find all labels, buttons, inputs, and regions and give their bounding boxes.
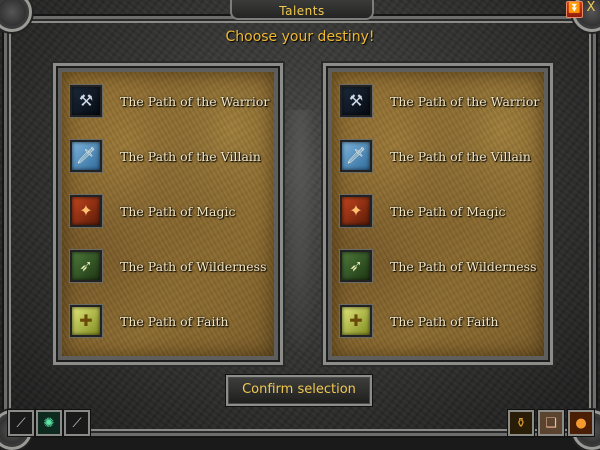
scroll-icon[interactable]: ❑ xyxy=(538,410,564,436)
bow-icon: ➶ xyxy=(340,250,372,282)
rune-icon[interactable]: ✺ xyxy=(36,410,62,436)
talent-panel-left: ⚒ The Path of the Warrior 🗡 The Path of … xyxy=(58,68,278,360)
talent-option-wilderness[interactable]: ➶ The Path of Wilderness xyxy=(70,249,280,283)
holy-scroll-icon: ✚ xyxy=(70,305,102,337)
confirm-selection-button[interactable]: Confirm selection xyxy=(226,375,372,406)
orb-icon[interactable]: ● xyxy=(568,410,594,436)
title-bar: Talents xyxy=(230,0,374,20)
talent-label: The Path of Faith xyxy=(120,313,229,329)
talent-label: The Path of the Warrior xyxy=(390,93,540,109)
talent-option-magic[interactable]: ✦ The Path of Magic xyxy=(70,194,280,228)
talent-option-warrior[interactable]: ⚒ The Path of the Warrior xyxy=(340,84,550,118)
bow-icon: ➶ xyxy=(70,250,102,282)
double-chevron-down-icon: ⏬ xyxy=(568,3,581,14)
battle-axe-icon: ⚒ xyxy=(70,85,102,117)
sword-icon[interactable]: ⟋ xyxy=(64,410,90,436)
stone-pillar-divider xyxy=(276,110,324,350)
talent-option-magic[interactable]: ✦ The Path of Magic xyxy=(340,194,550,228)
spellbook-icon: ✦ xyxy=(70,195,102,227)
talent-label: The Path of Magic xyxy=(390,203,506,219)
flask-icon[interactable]: ⚱ xyxy=(508,410,534,436)
subtitle: Choose your destiny! xyxy=(225,29,375,45)
talents-window: Talents ⏬ X Choose your destiny! ⚒ The P… xyxy=(0,0,600,450)
talent-option-wilderness[interactable]: ➶ The Path of Wilderness xyxy=(340,249,550,283)
talent-label: The Path of Wilderness xyxy=(390,258,537,274)
talent-panel-right: ⚒ The Path of the Warrior 🗡 The Path of … xyxy=(328,68,548,360)
talent-label: The Path of the Villain xyxy=(120,148,261,164)
talent-option-villain[interactable]: 🗡 The Path of the Villain xyxy=(340,139,550,173)
talent-label: The Path of the Warrior xyxy=(120,93,270,109)
talent-option-villain[interactable]: 🗡 The Path of the Villain xyxy=(70,139,280,173)
minimize-button[interactable]: ⏬ xyxy=(566,1,583,18)
talent-label: The Path of Wilderness xyxy=(120,258,267,274)
holy-scroll-icon: ✚ xyxy=(340,305,372,337)
window-title: Talents xyxy=(279,4,325,18)
battle-axe-icon: ⚒ xyxy=(340,85,372,117)
dagger-icon: 🗡 xyxy=(70,140,102,172)
dagger-icon: 🗡 xyxy=(340,140,372,172)
frame-corner-ornament xyxy=(0,0,32,32)
talent-option-warrior[interactable]: ⚒ The Path of the Warrior xyxy=(70,84,280,118)
talent-option-faith[interactable]: ✚ The Path of Faith xyxy=(340,304,550,338)
talent-label: The Path of Magic xyxy=(120,203,236,219)
sword-icon[interactable]: ⟋ xyxy=(8,410,34,436)
talent-label: The Path of Faith xyxy=(390,313,499,329)
close-button[interactable]: X xyxy=(584,0,598,16)
talent-option-faith[interactable]: ✚ The Path of Faith xyxy=(70,304,280,338)
talent-label: The Path of the Villain xyxy=(390,148,531,164)
spellbook-icon: ✦ xyxy=(340,195,372,227)
